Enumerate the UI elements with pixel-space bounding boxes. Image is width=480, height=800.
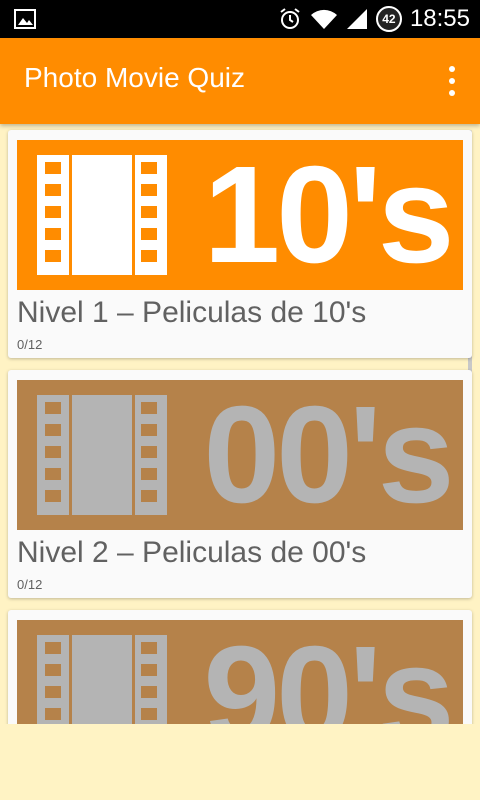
level-image-2: 00's: [17, 380, 463, 530]
level-card-3[interactable]: 90's: [8, 610, 472, 724]
level-image-1: 10's: [17, 140, 463, 290]
battery-icon: 42: [375, 6, 402, 32]
decade-label: 00's: [203, 380, 454, 530]
level-card-1[interactable]: 10's Nivel 1 – Peliculas de 10's 0/12: [8, 130, 472, 358]
film-strip-icon: [37, 395, 167, 515]
overflow-menu-icon[interactable]: [446, 66, 458, 96]
film-strip-icon: [37, 635, 167, 724]
status-time: 18:55: [409, 5, 470, 32]
film-strip-icon: [37, 155, 167, 275]
level-image-3: 90's: [17, 620, 463, 724]
battery-level: 42: [382, 12, 396, 26]
image-icon: [14, 9, 36, 29]
level-title: Nivel 2 – Peliculas de 00's: [17, 536, 367, 569]
app-title: Photo Movie Quiz: [24, 62, 245, 93]
signal-icon: [346, 9, 367, 29]
app-bar: Photo Movie Quiz: [0, 38, 480, 124]
alarm-icon: [280, 8, 300, 29]
status-bar: 42 18:55: [0, 0, 480, 38]
level-progress: 0/12: [17, 337, 43, 352]
level-title: Nivel 1 – Peliculas de 10's: [17, 296, 367, 329]
level-progress: 0/12: [17, 577, 43, 592]
wifi-icon: [310, 9, 337, 29]
level-card-2[interactable]: 00's Nivel 2 – Peliculas de 00's 0/12: [8, 370, 472, 598]
level-list[interactable]: 10's Nivel 1 – Peliculas de 10's 0/12 00…: [0, 124, 480, 724]
decade-label: 10's: [203, 140, 454, 290]
decade-label: 90's: [203, 620, 454, 724]
